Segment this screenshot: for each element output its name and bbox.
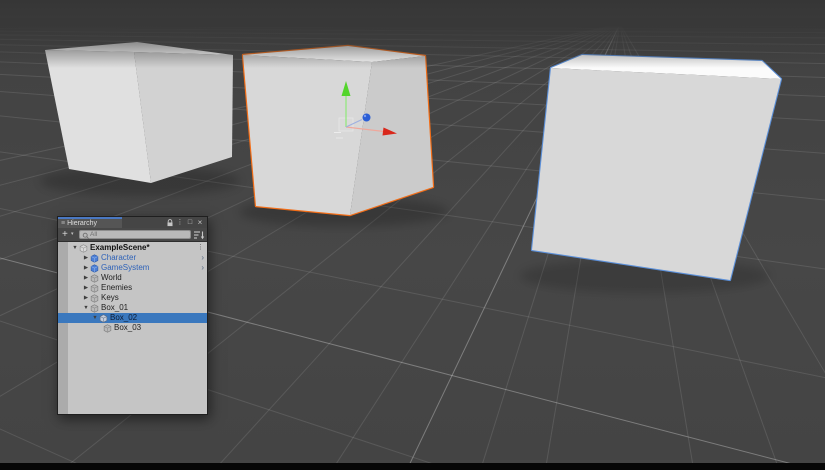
prefab-icon — [90, 264, 99, 273]
foldout-arrow[interactable]: ▶ — [82, 253, 90, 263]
hierarchy-window: ≡Hierarchy ⋮ □ × + ▾ — [57, 216, 208, 415]
search-input[interactable] — [90, 231, 190, 238]
add-object-button[interactable]: + — [62, 228, 68, 241]
kebab-menu-icon[interactable]: ⋮ — [197, 243, 204, 253]
cube-box02-selected[interactable] — [243, 46, 433, 215]
hierarchy-tree: ▼ ExampleScene* ⋮ ▶ Character › ▶ GameSyste… — [58, 242, 207, 414]
tree-item-label: Box_02 — [110, 313, 137, 322]
foldout-arrow[interactable]: ▼ — [91, 313, 99, 323]
gameobject-icon — [99, 314, 108, 323]
foldout-arrow[interactable]: ▶ — [82, 293, 90, 303]
foldout-arrow[interactable]: ▶ — [82, 283, 90, 293]
maximize-icon[interactable]: □ — [185, 217, 195, 228]
tree-item-label: GameSystem — [101, 263, 149, 272]
tree-item-enemies[interactable]: ▶ Enemies — [58, 283, 207, 293]
tree-item-box01[interactable]: ▼ Box_01 — [58, 303, 207, 313]
hierarchy-toolbar: + ▾ — [58, 228, 207, 242]
gameobject-icon — [90, 304, 99, 313]
tree-item-label: Enemies — [101, 283, 132, 292]
gameobject-icon — [90, 294, 99, 303]
tree-item-scene-root[interactable]: ▼ ExampleScene* ⋮ — [58, 243, 207, 253]
close-icon[interactable]: × — [195, 217, 205, 228]
search-icon — [82, 232, 90, 240]
tree-item-label: Keys — [101, 293, 119, 302]
tree-item-box03[interactable]: Box_03 — [58, 323, 207, 333]
foldout-arrow[interactable]: ▼ — [82, 303, 90, 313]
gameobject-icon — [90, 284, 99, 293]
tab-label: Hierarchy — [67, 220, 97, 227]
tree-item-label: World — [101, 273, 122, 282]
tree-item-gamesystem[interactable]: ▶ GameSystem › — [58, 263, 207, 273]
foldout-arrow[interactable]: ▶ — [82, 263, 90, 273]
window-menu-icon[interactable]: ⋮ — [175, 217, 185, 228]
foldout-arrow[interactable]: ▶ — [82, 273, 90, 283]
prefab-icon — [90, 254, 99, 263]
unity-scene-view: ≡Hierarchy ⋮ □ × + ▾ — [0, 0, 825, 470]
tree-item-label: ExampleScene* — [90, 243, 150, 252]
scene-asset-icon — [79, 244, 88, 253]
cube-box01[interactable] — [45, 42, 233, 183]
search-box — [79, 230, 191, 239]
sort-icon[interactable] — [193, 230, 205, 240]
gameobject-icon — [103, 324, 112, 333]
prefab-open-chevron[interactable]: › — [201, 253, 204, 263]
pane-menu-icon: ≡ — [61, 220, 65, 227]
tree-item-label: Box_01 — [101, 303, 128, 312]
tree-item-box02-selected[interactable]: ▼ Box_02 — [58, 313, 207, 323]
foldout-arrow[interactable]: ▼ — [71, 243, 79, 253]
add-dropdown-caret[interactable]: ▾ — [71, 231, 74, 237]
tree-item-world[interactable]: ▶ World — [58, 273, 207, 283]
window-titlebar[interactable]: ≡Hierarchy ⋮ □ × — [58, 217, 207, 228]
tree-item-keys[interactable]: ▶ Keys — [58, 293, 207, 303]
tree-item-label: Character — [101, 253, 136, 262]
tree-item-character[interactable]: ▶ Character › — [58, 253, 207, 263]
prefab-open-chevron[interactable]: › — [201, 263, 204, 273]
lock-icon[interactable] — [165, 219, 175, 227]
bottom-letterbox — [0, 463, 825, 470]
gameobject-icon — [90, 274, 99, 283]
tab-hierarchy[interactable]: ≡Hierarchy — [58, 217, 122, 228]
tree-item-label: Box_03 — [114, 323, 141, 332]
cube-box03-child[interactable] — [532, 55, 781, 280]
